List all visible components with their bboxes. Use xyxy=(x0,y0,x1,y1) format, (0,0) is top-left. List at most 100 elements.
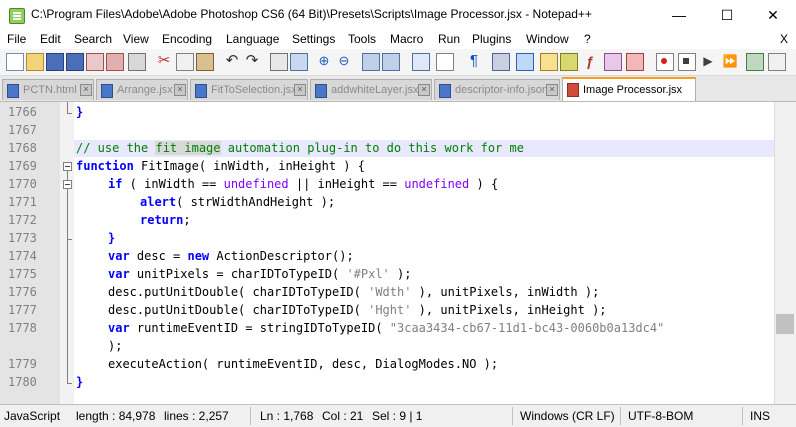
code-token: runtimeEventID = stringIDToTypeID( xyxy=(129,321,390,335)
menu-run[interactable]: Run xyxy=(438,32,460,46)
close-document-button[interactable]: X xyxy=(780,32,788,46)
maximize-button[interactable]: ☐ xyxy=(704,0,750,30)
stop-macro-icon[interactable] xyxy=(678,53,696,71)
save-icon[interactable] xyxy=(46,53,64,71)
copy-icon[interactable] xyxy=(176,53,194,71)
code-line-1775: var unitPixels = charIDToTypeID( '#Pxl' … xyxy=(108,267,411,281)
status-lines: lines : 2,257 xyxy=(164,409,229,423)
code-token: desc.putUnitDouble( charIDToTypeID( xyxy=(108,285,369,299)
cut-icon[interactable]: ✂ xyxy=(156,53,172,69)
sync-horizontal-icon[interactable] xyxy=(382,53,400,71)
menu-view[interactable]: View xyxy=(123,32,149,46)
vertical-scrollbar[interactable] xyxy=(774,102,796,404)
code-line-1778: var runtimeEventID = stringIDToTypeID( "… xyxy=(108,321,664,335)
tab-label: addwhiteLayer.jsx xyxy=(331,84,419,96)
tab-addwhitelayer-jsx[interactable]: addwhiteLayer.jsx × xyxy=(310,79,432,100)
tab-close-icon[interactable]: × xyxy=(418,84,430,96)
menu-language[interactable]: Language xyxy=(226,32,279,46)
code-token: } xyxy=(76,375,84,389)
code-token: ), unitPixels, inHeight ); xyxy=(411,303,607,317)
menu-search[interactable]: Search xyxy=(74,32,112,46)
tab-close-icon[interactable]: × xyxy=(80,84,92,96)
indent-guide-icon[interactable] xyxy=(492,53,510,71)
minimize-button[interactable]: — xyxy=(656,0,702,30)
close-window-button[interactable]: ✕ xyxy=(750,0,796,30)
line-number: 1768 xyxy=(8,141,37,155)
menu-edit[interactable]: Edit xyxy=(40,32,61,46)
fold-toggle-icon[interactable] xyxy=(63,180,72,189)
line-number: 1778 xyxy=(8,321,37,335)
status-divider xyxy=(250,407,251,425)
pilcrow-icon[interactable]: ¶ xyxy=(466,53,482,69)
zoom-in-icon[interactable]: ⊕ xyxy=(316,53,332,69)
tab-close-icon[interactable]: × xyxy=(294,84,306,96)
replace-icon[interactable] xyxy=(290,53,308,71)
folder-as-workspace-icon[interactable] xyxy=(540,53,558,71)
show-all-chars-icon[interactable] xyxy=(436,53,454,71)
undo-icon[interactable]: ↶ xyxy=(224,53,240,69)
tab-image-processor-jsx[interactable]: Image Processor.jsx xyxy=(562,77,696,101)
play-macro-icon[interactable]: ▶ xyxy=(700,53,716,69)
zoom-out-icon[interactable]: ⊖ xyxy=(336,53,352,69)
code-token: unitPixels = charIDToTypeID( xyxy=(129,267,347,281)
close-all-icon[interactable] xyxy=(106,53,124,71)
close-file-icon[interactable] xyxy=(86,53,104,71)
udl-icon[interactable] xyxy=(516,53,534,71)
code-line-1779: executeAction( runtimeEventID, desc, Dia… xyxy=(108,357,498,371)
menu-settings[interactable]: Settings xyxy=(292,32,335,46)
keyword: new xyxy=(187,249,210,263)
file-icon xyxy=(315,84,327,98)
line-number: 1776 xyxy=(8,285,37,299)
fold-end-marker xyxy=(67,113,72,114)
tab-arrange-jsx[interactable]: Arrange.jsx × xyxy=(96,79,188,100)
menu-window[interactable]: Window xyxy=(526,32,569,46)
save-all-icon[interactable] xyxy=(66,53,84,71)
save-macro-icon[interactable] xyxy=(746,53,764,71)
menu-tools[interactable]: Tools xyxy=(348,32,376,46)
code-line-1772: return; xyxy=(140,213,191,227)
code-editor[interactable]: 1766 1767 1768 1769 1770 1771 1772 1773 … xyxy=(0,102,796,404)
scrollbar-thumb[interactable] xyxy=(776,314,794,334)
new-file-icon[interactable] xyxy=(6,53,24,71)
line-number: 1779 xyxy=(8,357,37,371)
tab-close-icon[interactable]: × xyxy=(174,84,186,96)
paste-icon[interactable] xyxy=(196,53,214,71)
spell-check-icon[interactable] xyxy=(768,53,786,71)
menu-help[interactable]: ? xyxy=(584,32,591,46)
fold-toggle-icon[interactable] xyxy=(63,162,72,171)
menu-plugins[interactable]: Plugins xyxy=(472,32,511,46)
menu-file[interactable]: File xyxy=(7,32,26,46)
tab-close-icon[interactable]: × xyxy=(546,84,558,96)
play-macro-multiple-icon[interactable]: ⏩ xyxy=(722,53,738,69)
keyword: if xyxy=(108,177,123,191)
menu-encoding[interactable]: Encoding xyxy=(162,32,212,46)
tab-descriptor-info-json[interactable]: descriptor-info.json × xyxy=(434,79,560,100)
word-wrap-icon[interactable] xyxy=(412,53,430,71)
tab-pctn-html[interactable]: PCTN.html × xyxy=(2,79,94,100)
code-token: ; xyxy=(183,213,191,227)
fold-end-marker xyxy=(67,383,72,384)
comment-text: automation plug-in to do this work for m… xyxy=(220,141,524,155)
document-map-icon[interactable]: ƒ xyxy=(582,53,598,69)
monitoring-icon[interactable] xyxy=(626,53,644,71)
file-icon xyxy=(7,84,19,98)
keyword: var xyxy=(108,249,130,263)
code-line-1773: } xyxy=(108,231,115,245)
record-macro-icon[interactable] xyxy=(656,53,674,71)
menu-macro[interactable]: Macro xyxy=(390,32,423,46)
line-number: 1770 xyxy=(8,177,37,191)
open-file-icon[interactable] xyxy=(26,53,44,71)
line-number: 1771 xyxy=(8,195,37,209)
toolbar: ✂ ↶ ↷ ⊕ ⊖ ¶ ƒ ▶ ⏩ xyxy=(0,49,796,76)
doc-list-icon[interactable] xyxy=(604,53,622,71)
sync-vertical-icon[interactable] xyxy=(362,53,380,71)
redo-icon[interactable]: ↷ xyxy=(244,53,260,69)
string-literal: '#Pxl' xyxy=(346,267,390,281)
keyword: var xyxy=(108,321,130,335)
status-language: JavaScript xyxy=(4,409,61,423)
print-icon[interactable] xyxy=(128,53,146,71)
find-icon[interactable] xyxy=(270,53,288,71)
keyword: function xyxy=(76,159,134,173)
tab-fittoselection-jsx[interactable]: FitToSelection.jsx × xyxy=(190,79,308,100)
function-list-icon[interactable] xyxy=(560,53,578,71)
